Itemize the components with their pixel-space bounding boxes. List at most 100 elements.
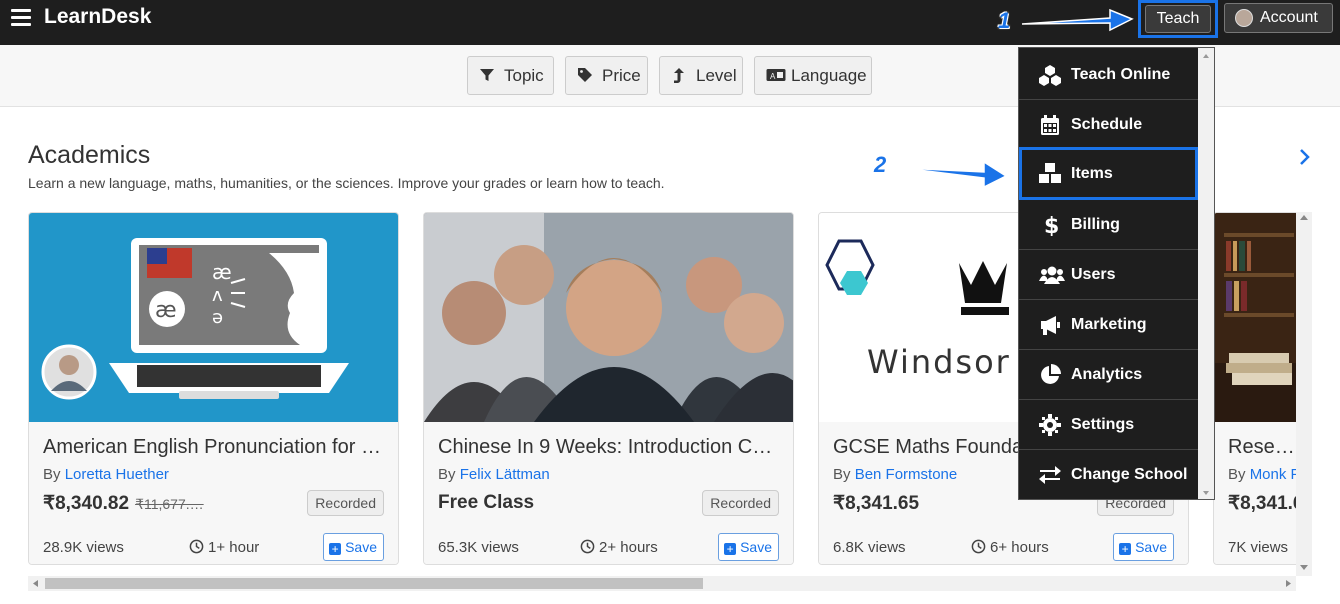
scrollbar-thumb[interactable] <box>45 578 703 589</box>
filter-price-button[interactable]: Price <box>565 56 648 95</box>
section-subtitle: Learn a new language, maths, humanities,… <box>28 175 665 191</box>
course-card[interactable]: Chinese In 9 Weeks: Introduction Co… By … <box>423 212 794 565</box>
course-author-line: By Loretta Huether <box>43 466 169 483</box>
course-views: 65.3K views <box>438 539 519 556</box>
clock-icon <box>189 539 204 554</box>
people-photo-icon <box>424 213 793 422</box>
menu-item-billing[interactable]: $ Billing <box>1019 200 1198 250</box>
course-author-link[interactable]: Monk F <box>1250 466 1296 483</box>
by-label: By <box>833 466 851 483</box>
menu-item-settings[interactable]: Settings <box>1019 400 1198 450</box>
course-card-body: Researc By Monk F ₹8,341.6 7K views <box>1214 422 1296 564</box>
tag-icon <box>578 68 592 82</box>
course-card[interactable]: Researc By Monk F ₹8,341.6 7K views <box>1213 212 1296 565</box>
cubes-icon <box>1039 65 1061 86</box>
course-title[interactable]: Researc <box>1228 436 1296 459</box>
menu-item-users[interactable]: Users <box>1019 250 1198 300</box>
vertical-scrollbar[interactable] <box>1296 212 1312 576</box>
course-price: Free Class <box>438 492 535 513</box>
menu-item-schedule[interactable]: Schedule <box>1019 100 1198 150</box>
menu-item-marketing[interactable]: Marketing <box>1019 300 1198 350</box>
menu-item-change-school[interactable]: Change School <box>1019 450 1198 500</box>
teach-button[interactable]: Teach <box>1145 5 1211 33</box>
teach-dropdown-menu: Teach Online Schedule Items $ Billing Us… <box>1018 47 1215 500</box>
recorded-badge: Recorded <box>702 490 779 516</box>
filter-language-label: Language <box>791 66 867 85</box>
course-card-body: Chinese In 9 Weeks: Introduction Co… By … <box>424 422 793 564</box>
laptop-illustration-icon: æ æ ʌ ə <box>41 238 349 400</box>
svg-text:ə: ə <box>212 307 223 328</box>
duration-label: 6+ hours <box>990 539 1049 556</box>
menu-item-analytics[interactable]: Analytics <box>1019 350 1198 400</box>
filter-topic-button[interactable]: Topic <box>467 56 554 95</box>
course-views: 28.9K views <box>43 539 124 556</box>
svg-text:A: A <box>770 72 776 81</box>
filter-level-button[interactable]: Level <box>659 56 743 95</box>
svg-text:æ: æ <box>212 260 232 284</box>
menu-scrollbar[interactable] <box>1198 48 1214 499</box>
course-author-link[interactable]: Loretta Huether <box>65 466 169 483</box>
menu-item-label: Users <box>1071 266 1116 283</box>
library-photo-icon <box>1214 213 1296 422</box>
level-arrow-icon <box>674 68 684 83</box>
calendar-icon <box>1041 115 1059 135</box>
course-author-link[interactable]: Felix Lättman <box>460 466 550 483</box>
filter-icon <box>480 69 494 81</box>
save-button[interactable]: + Save <box>323 533 384 561</box>
course-title[interactable]: Chinese In 9 Weeks: Introduction Co… <box>438 436 779 459</box>
course-author-link[interactable]: Ben Formstone <box>855 466 958 483</box>
account-button[interactable]: Account <box>1224 3 1333 33</box>
pie-chart-icon <box>1041 364 1061 384</box>
clock-icon <box>580 539 595 554</box>
course-price: ₹8,340.82 ₹11,677.… <box>43 492 204 515</box>
annotation-number-1: 1 <box>998 8 1011 33</box>
menu-item-teach-online[interactable]: Teach Online <box>1019 50 1198 100</box>
account-label: Account <box>1260 9 1318 26</box>
teach-highlight: Teach <box>1138 0 1218 38</box>
annotation-number-2: 2 <box>874 152 887 177</box>
course-title[interactable]: American English Pronunciation for … <box>43 436 384 459</box>
hamburger-menu-icon[interactable] <box>11 9 31 27</box>
course-card-body: American English Pronunciation for … By … <box>29 422 398 564</box>
avatar <box>1235 9 1253 27</box>
by-label: By <box>438 466 456 483</box>
course-views: 7K views <box>1228 539 1289 556</box>
menu-item-label: Change School <box>1071 466 1188 483</box>
course-card[interactable]: æ æ ʌ ə American English Pronunciation f… <box>28 212 399 565</box>
course-thumbnail[interactable]: æ æ ʌ ə <box>29 213 398 422</box>
save-label: Save <box>1135 539 1167 555</box>
dollar-icon: $ <box>1044 214 1059 236</box>
filter-price-label: Price <box>602 66 641 85</box>
svg-text:æ: æ <box>155 298 177 323</box>
course-price: ₹8,341.65 <box>833 493 920 514</box>
section-title: Academics <box>28 141 151 169</box>
course-author-line: By Ben Formstone <box>833 466 957 483</box>
by-label: By <box>43 466 61 483</box>
menu-item-items[interactable]: Items <box>1019 147 1198 200</box>
menu-item-label: Items <box>1071 165 1113 182</box>
course-duration: 6+ hours <box>971 539 1049 556</box>
course-thumbnail[interactable] <box>1214 213 1296 422</box>
svg-text:ʌ: ʌ <box>212 285 223 306</box>
price-value: ₹8,340.82 <box>43 493 130 514</box>
top-navbar: LearnDesk Teach Account <box>0 0 1340 45</box>
course-thumbnail[interactable] <box>424 213 793 422</box>
plus-square-icon: + <box>1119 543 1132 555</box>
menu-item-label: Settings <box>1071 416 1135 433</box>
filter-level-label: Level <box>696 66 737 85</box>
horizontal-scrollbar[interactable] <box>28 576 1296 591</box>
filter-language-button[interactable]: A Language <box>754 56 872 95</box>
chevron-right-icon[interactable] <box>1297 146 1313 168</box>
svg-text:$: $ <box>1044 214 1059 236</box>
megaphone-icon <box>1041 316 1060 335</box>
menu-item-label: Billing <box>1071 216 1120 233</box>
language-icon: A <box>766 69 786 81</box>
brand-logo[interactable]: LearnDesk <box>44 5 151 29</box>
clock-icon <box>971 539 986 554</box>
gear-icon <box>1039 414 1061 436</box>
by-label: By <box>1228 466 1246 483</box>
menu-item-label: Marketing <box>1071 316 1147 333</box>
course-author-line: By Felix Lättman <box>438 466 550 483</box>
save-button[interactable]: + Save <box>1113 533 1174 561</box>
save-button[interactable]: + Save <box>718 533 779 561</box>
